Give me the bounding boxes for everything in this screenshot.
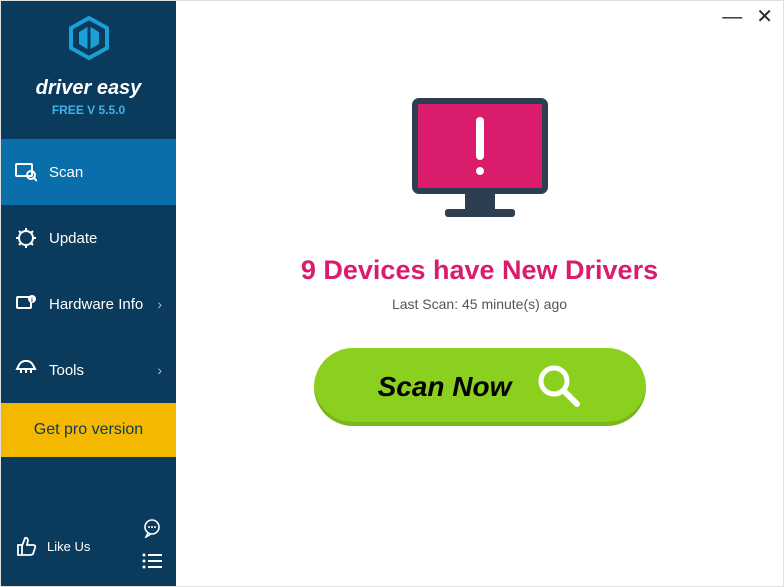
scan-button-label: Scan Now (378, 371, 512, 403)
sidebar-item-label: Tools (49, 362, 84, 379)
nav: Scan Update i Hardware Info › Tools (1, 139, 176, 403)
bottom-bar: Like Us (1, 506, 176, 586)
hardware-icon: i (15, 293, 37, 315)
sidebar-item-tools[interactable]: Tools › (1, 337, 176, 403)
chevron-right-icon: › (157, 362, 162, 378)
headline: 9 Devices have New Drivers (301, 255, 658, 286)
last-scan-text: Last Scan: 45 minute(s) ago (392, 296, 567, 312)
magnifier-icon (535, 362, 581, 413)
menu-icon[interactable] (142, 553, 162, 574)
sidebar-item-label: Scan (49, 164, 83, 181)
minimize-button[interactable]: — (722, 7, 742, 27)
sidebar-item-label: Hardware Info (49, 296, 143, 313)
thumbs-up-icon[interactable] (15, 535, 37, 557)
monitor-alert-icon (405, 96, 555, 231)
like-label: Like Us (47, 539, 90, 554)
close-button[interactable]: ✕ (756, 7, 773, 27)
tools-icon (15, 359, 37, 381)
version-label: FREE V 5.5.0 (1, 103, 176, 117)
get-pro-button[interactable]: Get pro version (1, 403, 176, 457)
content: 9 Devices have New Drivers Last Scan: 45… (176, 1, 783, 426)
pro-button-label: Get pro version (34, 421, 143, 438)
sidebar-item-scan[interactable]: Scan (1, 139, 176, 205)
spacer (1, 457, 176, 506)
logo-area: driver easy FREE V 5.5.0 (1, 1, 176, 127)
sidebar: driver easy FREE V 5.5.0 Scan Update i (1, 1, 176, 586)
brand-name: driver easy (1, 77, 176, 100)
update-icon (15, 227, 37, 249)
bottom-right-icons (142, 518, 162, 574)
main-panel: — ✕ 9 Devices have New Drivers Last Scan… (176, 1, 783, 586)
app-window: driver easy FREE V 5.5.0 Scan Update i (0, 0, 784, 587)
scan-now-button[interactable]: Scan Now (314, 348, 646, 426)
chevron-right-icon: › (157, 296, 162, 312)
sidebar-item-label: Update (49, 230, 97, 247)
logo-icon (1, 16, 176, 69)
sidebar-item-update[interactable]: Update (1, 205, 176, 271)
feedback-icon[interactable] (142, 518, 162, 543)
scan-icon (15, 161, 37, 183)
sidebar-item-hardware[interactable]: i Hardware Info › (1, 271, 176, 337)
titlebar: — ✕ (722, 7, 773, 27)
